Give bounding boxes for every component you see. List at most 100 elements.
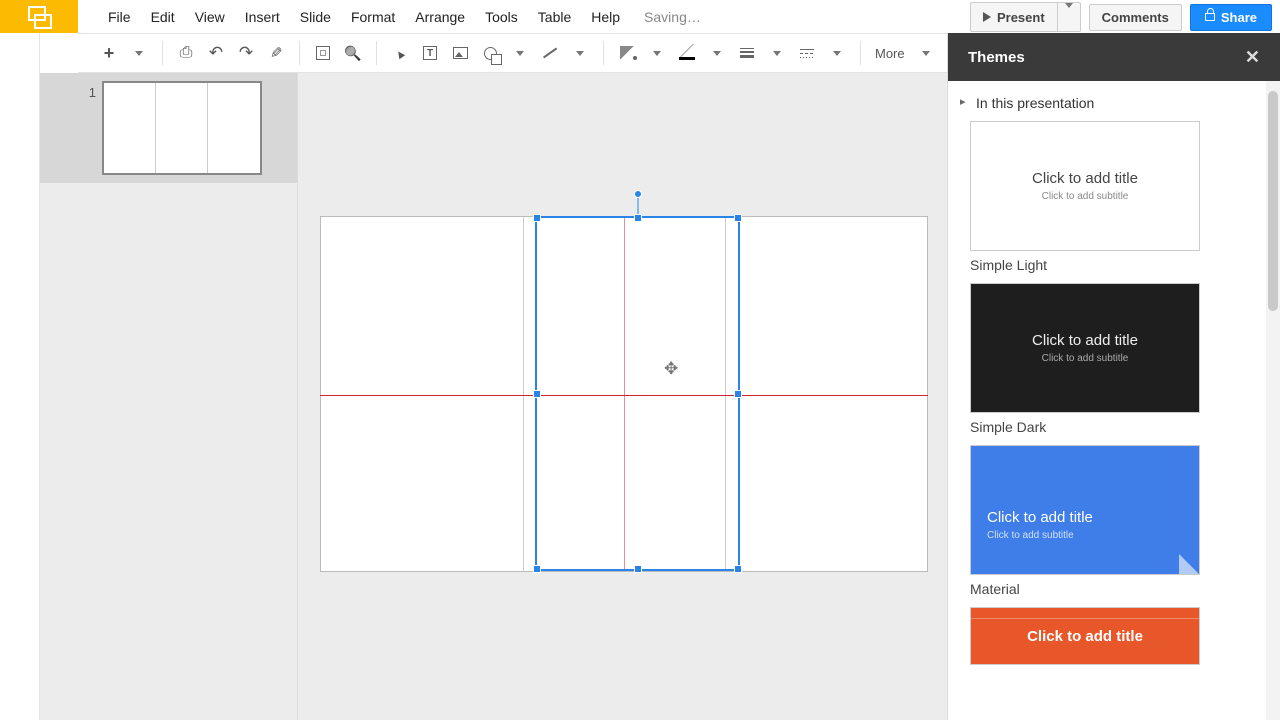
theme-card-simple-dark[interactable]: Click to add title Click to add subtitle…: [970, 283, 1200, 435]
chevron-down-icon: [653, 51, 661, 56]
lock-icon: [1205, 13, 1215, 21]
image-icon: [453, 47, 468, 59]
themes-panel-header: Themes ✕: [948, 33, 1280, 81]
line-weight-icon: [740, 48, 754, 58]
menu-file[interactable]: File: [98, 3, 141, 31]
themes-section-header[interactable]: In this presentation: [948, 81, 1280, 121]
menu-insert[interactable]: Insert: [235, 3, 290, 31]
line-tool[interactable]: [537, 40, 563, 66]
resize-handle-bl[interactable]: [533, 565, 541, 573]
theme-card-material[interactable]: Click to add title Click to add subtitle…: [970, 445, 1200, 597]
rotate-handle[interactable]: [634, 190, 642, 198]
menu-table[interactable]: Table: [528, 3, 581, 31]
resize-handle-br[interactable]: [734, 565, 742, 573]
fill-icon: [620, 46, 634, 60]
menu-slide[interactable]: Slide: [290, 3, 341, 31]
print-button[interactable]: [173, 40, 199, 66]
separator: [860, 41, 861, 65]
present-label: Present: [997, 10, 1045, 25]
menu-arrange[interactable]: Arrange: [405, 3, 475, 31]
fill-dropdown[interactable]: [644, 40, 670, 66]
theme-preview: Click to add title Click to add subtitle: [970, 121, 1200, 251]
menu-edit[interactable]: Edit: [141, 3, 185, 31]
panel-scrollbar-track[interactable]: [1266, 81, 1280, 720]
menu-tools[interactable]: Tools: [475, 3, 528, 31]
comments-button[interactable]: Comments: [1089, 4, 1182, 31]
resize-handle-tl[interactable]: [533, 214, 541, 222]
theme-card-swiss[interactable]: Click to add title: [970, 607, 1200, 665]
theme-name: Simple Light: [970, 257, 1200, 273]
menu-help[interactable]: Help: [581, 3, 630, 31]
share-button[interactable]: Share: [1190, 4, 1272, 31]
theme-preview-title: Click to add title: [1032, 332, 1138, 349]
new-slide-dropdown[interactable]: [126, 40, 152, 66]
save-status: Saving…: [644, 9, 701, 25]
new-slide-button[interactable]: +: [96, 40, 122, 66]
theme-preview: Click to add title: [970, 607, 1200, 665]
present-dropdown[interactable]: [1058, 2, 1081, 32]
line-color-dropdown[interactable]: [704, 40, 730, 66]
canvas[interactable]: [298, 73, 947, 720]
line-dash-dropdown[interactable]: [824, 40, 850, 66]
resize-handle-l[interactable]: [533, 390, 541, 398]
line-icon: [543, 48, 557, 58]
chevron-down-icon: [713, 51, 721, 56]
line-weight-dropdown[interactable]: [764, 40, 790, 66]
chevron-down-icon: [516, 51, 524, 56]
line-dash-icon: [800, 49, 814, 58]
theme-card-simple-light[interactable]: Click to add title Click to add subtitle…: [970, 121, 1200, 273]
theme-name: Material: [970, 581, 1200, 597]
theme-preview-title: Click to add title: [987, 509, 1093, 526]
shape-tool[interactable]: [477, 40, 503, 66]
paint-format-button[interactable]: [263, 40, 289, 66]
resize-handle-b[interactable]: [634, 565, 642, 573]
selected-shape[interactable]: [535, 216, 740, 571]
theme-preview-subtitle: Click to add subtitle: [1042, 353, 1129, 364]
chevron-down-icon: [833, 51, 841, 56]
move-cursor-icon: [664, 359, 682, 377]
select-tool[interactable]: [387, 40, 413, 66]
chevron-down-icon: [1065, 3, 1073, 25]
panel-scrollbar-thumb[interactable]: [1268, 91, 1278, 311]
themes-panel-title: Themes: [968, 49, 1025, 66]
chevron-down-icon: [922, 51, 930, 56]
theme-preview-title: Click to add title: [1032, 170, 1138, 187]
slide-thumbnail[interactable]: 1: [40, 73, 297, 183]
line-weight-button[interactable]: [734, 40, 760, 66]
zoom-button[interactable]: [340, 40, 366, 66]
redo-button[interactable]: [233, 40, 259, 66]
separator: [162, 41, 163, 65]
menu-bar: File Edit View Insert Slide Format Arran…: [0, 0, 1280, 33]
menu-format[interactable]: Format: [341, 3, 405, 31]
image-tool[interactable]: [447, 40, 473, 66]
present-button[interactable]: Present: [970, 2, 1058, 32]
paint-format-icon: [270, 44, 283, 62]
theme-preview: Click to add title Click to add subtitle: [970, 283, 1200, 413]
theme-preview: Click to add title Click to add subtitle: [970, 445, 1200, 575]
fit-button[interactable]: [310, 40, 336, 66]
theme-preview-subtitle: Click to add subtitle: [987, 530, 1074, 541]
line-dropdown[interactable]: [567, 40, 593, 66]
cursor-icon: [394, 45, 406, 62]
menu-items: File Edit View Insert Slide Format Arran…: [98, 3, 630, 31]
more-dropdown[interactable]: [913, 40, 939, 66]
close-panel-button[interactable]: ✕: [1245, 47, 1260, 68]
line-dash-button[interactable]: [794, 40, 820, 66]
line-color-button[interactable]: [674, 40, 700, 66]
resize-handle-tr[interactable]: [734, 214, 742, 222]
top-right-actions: Present Comments Share: [970, 2, 1272, 32]
resize-handle-r[interactable]: [734, 390, 742, 398]
slide-number: 1: [40, 83, 96, 100]
menu-view[interactable]: View: [185, 3, 235, 31]
shape-dropdown[interactable]: [507, 40, 533, 66]
undo-button[interactable]: [203, 40, 229, 66]
zoom-icon: [344, 45, 361, 62]
resize-handle-t[interactable]: [634, 214, 642, 222]
theme-name: Simple Dark: [970, 419, 1200, 435]
textbox-tool[interactable]: T: [417, 40, 443, 66]
undo-icon: [209, 43, 223, 63]
shape-icon: [484, 47, 497, 60]
fill-color-button[interactable]: [614, 40, 640, 66]
more-button[interactable]: More: [871, 46, 909, 61]
share-label: Share: [1221, 10, 1257, 25]
